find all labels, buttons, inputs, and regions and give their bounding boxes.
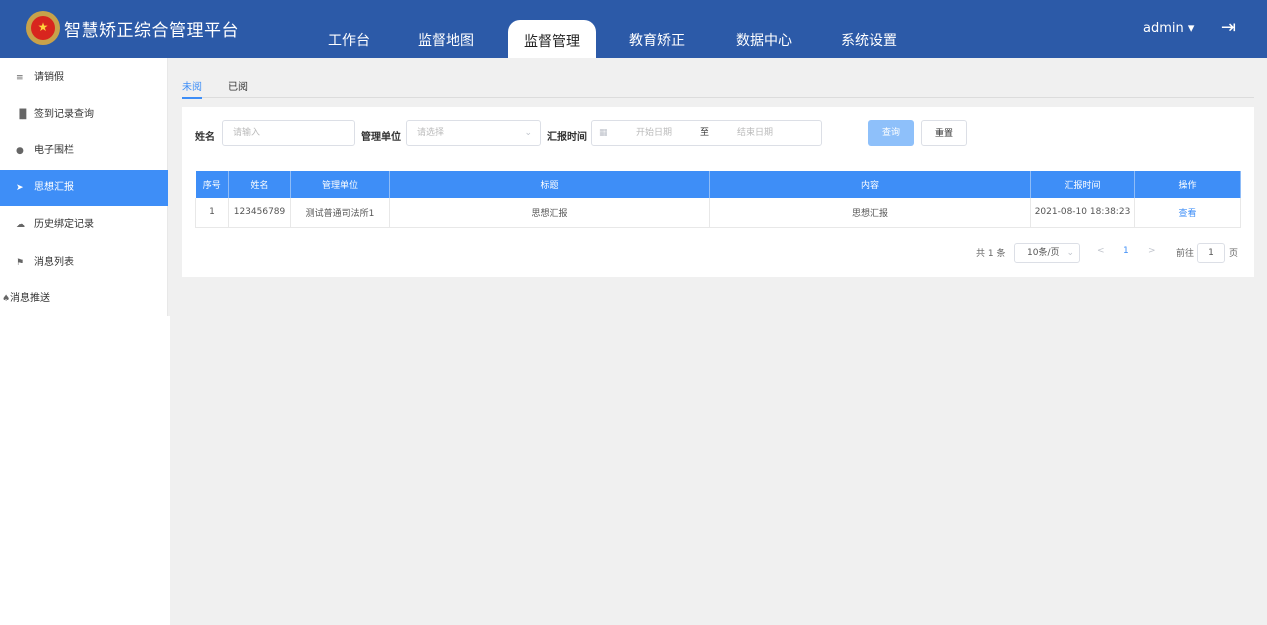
- cell-unit: 测试普通司法所1: [290, 198, 390, 228]
- column-header-content: 内容: [709, 171, 1031, 198]
- unit-select[interactable]: 请选择 ⌄: [406, 120, 541, 146]
- sidebar-item-geofence[interactable]: ● 电子围栏: [0, 133, 168, 169]
- calendar-icon: ▦: [599, 128, 608, 138]
- page-size-select[interactable]: 10条/页 ⌄: [1014, 243, 1080, 263]
- list-icon: ≡: [16, 73, 24, 83]
- cell-title: 思想汇报: [389, 198, 710, 228]
- reset-button[interactable]: 重置: [921, 120, 967, 146]
- thought-report-table: 序号 姓名 管理单位 标题 内容 汇报时间 操作 1 123456789 测试普…: [195, 171, 1241, 228]
- report-time-label: 汇报时间: [547, 132, 587, 143]
- app-title: 智慧矫正综合管理平台: [64, 21, 239, 41]
- nav-data-center[interactable]: 数据中心: [736, 30, 792, 50]
- sidebar-item-message-push[interactable]: ♠消息推送: [0, 281, 168, 317]
- sidebar-item-binding-history[interactable]: ☁ 历史绑定记录: [0, 207, 168, 243]
- goto-label: 前往: [1176, 249, 1195, 259]
- nav-supervision-management[interactable]: 监督管理: [508, 20, 596, 58]
- location-pin-icon: ●: [16, 146, 24, 156]
- page-size-value: 10条/页: [1027, 248, 1060, 258]
- sidebar-item-message-list[interactable]: ⚑ 消息列表: [0, 245, 168, 281]
- page-suffix: 页: [1229, 249, 1239, 259]
- unit-select-placeholder: 请选择: [417, 128, 445, 138]
- tab-read[interactable]: 已阅: [228, 78, 248, 93]
- sidebar-item-label: 思想汇报: [34, 182, 74, 193]
- column-header-report-time: 汇报时间: [1030, 171, 1135, 198]
- cell-index: 1: [195, 198, 229, 228]
- date-range-picker[interactable]: ▦ 开始日期 至 结束日期: [591, 120, 822, 146]
- active-tab-indicator: [182, 97, 202, 99]
- nav-workbench[interactable]: 工作台: [328, 30, 370, 50]
- name-input[interactable]: 请输入: [222, 120, 355, 146]
- sidebar-item-label: 历史绑定记录: [34, 219, 94, 230]
- spade-icon: ♠: [2, 294, 11, 304]
- start-date-input[interactable]: 开始日期: [636, 121, 672, 145]
- column-header-index: 序号: [195, 171, 229, 198]
- next-page-button[interactable]: >: [1148, 246, 1156, 256]
- username: admin: [1143, 21, 1184, 36]
- date-separator: 至: [700, 128, 710, 138]
- chevron-down-icon: ⌄: [524, 128, 532, 138]
- table-row: 1 123456789 测试普通司法所1 思想汇报 思想汇报 2021-08-1…: [195, 198, 1241, 228]
- view-link[interactable]: 查看: [1134, 198, 1241, 228]
- column-header-action: 操作: [1134, 171, 1241, 198]
- emblem-logo: ★: [26, 11, 60, 45]
- nav-education-correction[interactable]: 教育矫正: [629, 30, 685, 50]
- user-menu[interactable]: admin ▾: [1143, 21, 1194, 36]
- chevron-down-icon: ▾: [1187, 21, 1195, 36]
- goto-page-input[interactable]: 1: [1197, 243, 1225, 263]
- sidebar: ≡ 请销假 ▐▌ 签到记录查询 ● 电子围栏 ➤ 思想汇报 ☁ 历史绑定记录 ⚑ 消息列表 …: [0, 58, 168, 316]
- sidebar-background: [0, 316, 170, 625]
- column-header-title: 标题: [389, 171, 710, 198]
- top-header: ★ 智慧矫正综合管理平台 工作台 监督地图 监督管理 教育矫正 数据中心 系统设…: [0, 0, 1267, 58]
- sidebar-item-checkin-records[interactable]: ▐▌ 签到记录查询: [0, 97, 168, 133]
- sidebar-item-label: 请销假: [34, 72, 64, 83]
- unit-label: 管理单位: [361, 132, 401, 143]
- prev-page-button[interactable]: <: [1097, 246, 1105, 256]
- query-button[interactable]: 查询: [868, 120, 914, 146]
- end-date-input[interactable]: 结束日期: [737, 121, 773, 145]
- column-header-unit: 管理单位: [290, 171, 390, 198]
- sidebar-item-leave[interactable]: ≡ 请销假: [0, 60, 168, 96]
- sidebar-item-label: 消息列表: [34, 257, 74, 268]
- bar-chart-icon: ▐▌: [16, 110, 30, 120]
- sidebar-item-label: 签到记录查询: [34, 109, 94, 120]
- flag-icon: ⚑: [16, 258, 25, 268]
- name-label: 姓名: [195, 132, 215, 143]
- sidebar-item-label: 消息推送: [10, 293, 50, 304]
- chevron-down-icon: ⌄: [1066, 248, 1074, 258]
- nav-system-settings[interactable]: 系统设置: [841, 30, 897, 50]
- logout-icon[interactable]: ⇥: [1221, 17, 1236, 38]
- sidebar-item-thought-report[interactable]: ➤ 思想汇报: [0, 170, 168, 206]
- table-header-row: 序号 姓名 管理单位 标题 内容 汇报时间 操作: [195, 171, 1241, 198]
- read-status-tabs: 未阅 已阅: [182, 70, 1254, 99]
- nav-supervision-map[interactable]: 监督地图: [418, 30, 474, 50]
- cell-name: 123456789: [228, 198, 291, 228]
- sidebar-item-label: 电子围栏: [34, 145, 74, 156]
- cloud-icon: ☁: [16, 220, 25, 230]
- tab-unread[interactable]: 未阅: [182, 78, 202, 93]
- cell-report-time: 2021-08-10 18:38:23: [1030, 198, 1135, 228]
- page-number-current[interactable]: 1: [1123, 246, 1129, 256]
- column-header-name: 姓名: [228, 171, 291, 198]
- send-icon: ➤: [16, 183, 24, 193]
- total-count: 共 1 条: [976, 249, 1006, 259]
- cell-content: 思想汇报: [709, 198, 1031, 228]
